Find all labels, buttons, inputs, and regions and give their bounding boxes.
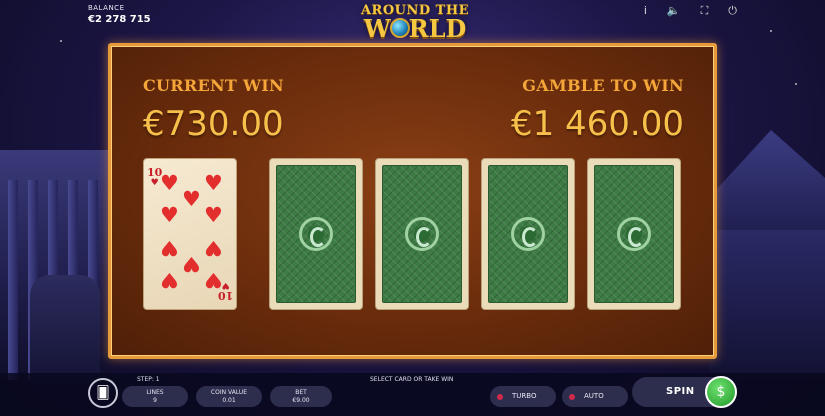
face-down-card-1[interactable] — [269, 158, 363, 310]
heart-icon: ♥ — [204, 171, 223, 195]
card-emblem-icon — [299, 217, 333, 251]
logo-line2: W RLD — [363, 14, 467, 43]
coin-value-display: COIN VALUE 0.01 — [196, 386, 262, 407]
gamble-to-win-amount: €1 460.00 — [510, 104, 684, 144]
heart-icon: ♥ — [204, 268, 223, 292]
face-down-card-3[interactable] — [481, 158, 575, 310]
auto-label: AUTO — [584, 392, 604, 400]
current-win-label: CURRENT WIN — [143, 76, 284, 95]
top-toolbar: i 🔈 ⛶ ⏻ — [644, 4, 737, 18]
gamble-to-win-label: GAMBLE TO WIN — [522, 76, 684, 95]
bet-value: €9.00 — [292, 397, 310, 404]
auto-toggle[interactable]: AUTO — [562, 386, 628, 407]
coin-value-label: COIN VALUE — [210, 389, 248, 396]
revealed-card: 10 ♥ 10 ♥ ♥ ♥ ♥ ♥ ♥ ♥ ♥ ♥ ♥ ♥ — [143, 158, 237, 310]
current-win-amount: €730.00 — [143, 104, 284, 144]
turbo-indicator-icon — [497, 394, 503, 400]
face-down-card-2[interactable] — [375, 158, 469, 310]
power-icon[interactable]: ⏻ — [728, 4, 737, 18]
heart-icon: ♥ — [160, 203, 179, 227]
auto-indicator-icon — [569, 394, 575, 400]
turbo-toggle[interactable]: TURBO — [490, 386, 556, 407]
globe-icon — [389, 18, 410, 38]
spin-button[interactable]: SPIN $ — [632, 376, 737, 408]
lines-display: LINES 9 — [122, 386, 188, 407]
heart-icon: ♥ — [160, 268, 179, 292]
star — [60, 40, 62, 42]
balance-display: BALANCE €2 278 715 — [88, 4, 151, 25]
coin-value-value: 0.01 — [222, 397, 236, 404]
balance-label: BALANCE — [88, 4, 125, 12]
fullscreen-icon[interactable]: ⛶ — [701, 4, 709, 18]
balance-value: €2 278 715 — [88, 14, 151, 25]
star — [795, 83, 797, 85]
step-indicator: STEP: 1 — [137, 376, 160, 383]
sound-icon[interactable]: 🔈 — [667, 4, 681, 18]
face-down-card-4[interactable] — [587, 158, 681, 310]
lines-label: LINES — [146, 389, 164, 396]
heart-icon: ♥ — [160, 236, 179, 260]
game-logo: AROUND THE W RLD — [340, 3, 490, 43]
heart-icon: ♥ — [182, 252, 201, 276]
heart-icon: ♥ — [160, 171, 179, 195]
heart-icon: ♥ — [204, 203, 223, 227]
heart-icon: ♥ — [204, 236, 223, 260]
lines-value: 9 — [153, 397, 157, 404]
money-stack-icon: $ — [705, 376, 737, 408]
card-emblem-icon — [617, 217, 651, 251]
star — [770, 30, 772, 32]
turbo-label: TURBO — [512, 392, 537, 400]
info-icon[interactable]: i — [644, 4, 647, 18]
card-emblem-icon — [405, 217, 439, 251]
bottom-bar: 🂠 STEP: 1 SELECT CARD OR TAKE WIN LINES … — [0, 373, 825, 416]
instruction-text: SELECT CARD OR TAKE WIN — [370, 376, 454, 383]
spin-label: SPIN — [666, 386, 695, 397]
gamble-board: CURRENT WIN €730.00 GAMBLE TO WIN €1 460… — [108, 43, 717, 359]
card-emblem-icon — [511, 217, 545, 251]
cards-icon: 🂠 — [96, 385, 110, 401]
moai-statue — [30, 275, 100, 385]
great-wall-silhouette — [710, 230, 825, 380]
gamble-cards-button[interactable]: 🂠 — [88, 378, 118, 408]
heart-icon: ♥ — [182, 187, 201, 211]
bet-label: BET — [295, 389, 307, 396]
bet-display: BET €9.00 — [270, 386, 332, 407]
